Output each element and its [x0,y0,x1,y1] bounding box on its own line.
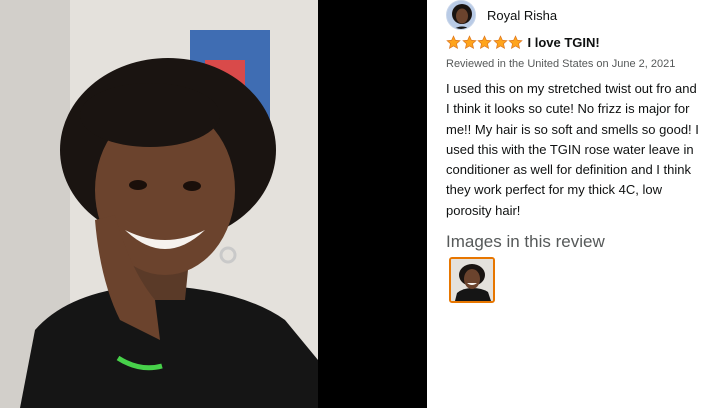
reviewer-name[interactable]: Royal Risha [487,8,557,23]
review-body-line: used this with the TGIN rose water leave… [446,141,694,157]
review-body-line: I think it looks so cute! No frizz is ma… [446,101,690,117]
thumbnail-image [451,259,493,301]
portrait-illustration [0,0,318,408]
review-body: I used this on my stretched twist out fr… [446,79,718,221]
star-icon [508,35,523,49]
review-body-line: me!! My hair is so soft and smells so go… [446,121,699,137]
review-image-thumbnail[interactable] [449,257,495,303]
reviewer-profile[interactable]: Royal Risha [446,0,557,30]
review-body-line: conditioner as well for definition and I… [446,162,691,178]
star-icon [461,35,477,49]
review-body-line: they work perfect for my thick 4C, low [446,182,663,198]
star-icon [477,35,492,49]
black-gutter [318,0,427,408]
star-icon [492,35,508,49]
review-body-line: porosity hair! [446,202,521,218]
images-section-heading: Images in this review [446,232,605,251]
review-photo [0,0,318,408]
avatar-icon [447,1,475,29]
reviewer-avatar[interactable] [446,0,476,30]
star-icon [446,35,461,49]
review-body-line: I used this on my stretched twist out fr… [446,81,697,96]
review-panel: Royal Risha I love TGIN! Reviewed in the… [427,0,719,408]
review-title: I love TGIN! [527,35,600,50]
review-date: Reviewed in the United States on June 2,… [446,58,676,70]
review-title-row: I love TGIN! [446,35,600,50]
star-rating [446,35,524,50]
